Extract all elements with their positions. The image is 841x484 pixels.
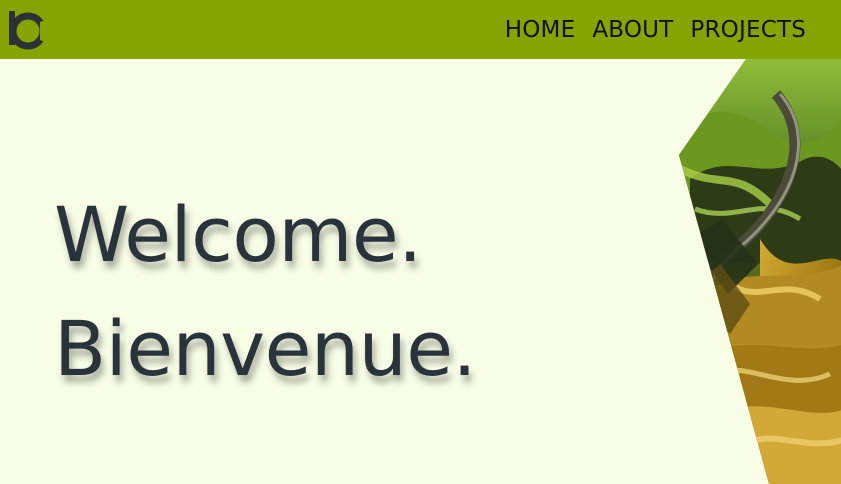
welcome-heading: Welcome. (54, 190, 422, 279)
nav-link-projects[interactable]: PROJECTS (690, 17, 806, 43)
hero-section: Welcome. Bienvenue. (0, 59, 841, 484)
main-nav: HOME ABOUT PROJECTS (505, 0, 806, 59)
nav-link-about[interactable]: ABOUT (592, 17, 673, 43)
bc-logo-icon[interactable] (4, 7, 50, 53)
nav-link-home[interactable]: HOME (505, 17, 576, 43)
bienvenue-heading: Bienvenue. (54, 304, 477, 393)
navbar: HOME ABOUT PROJECTS (0, 0, 841, 59)
